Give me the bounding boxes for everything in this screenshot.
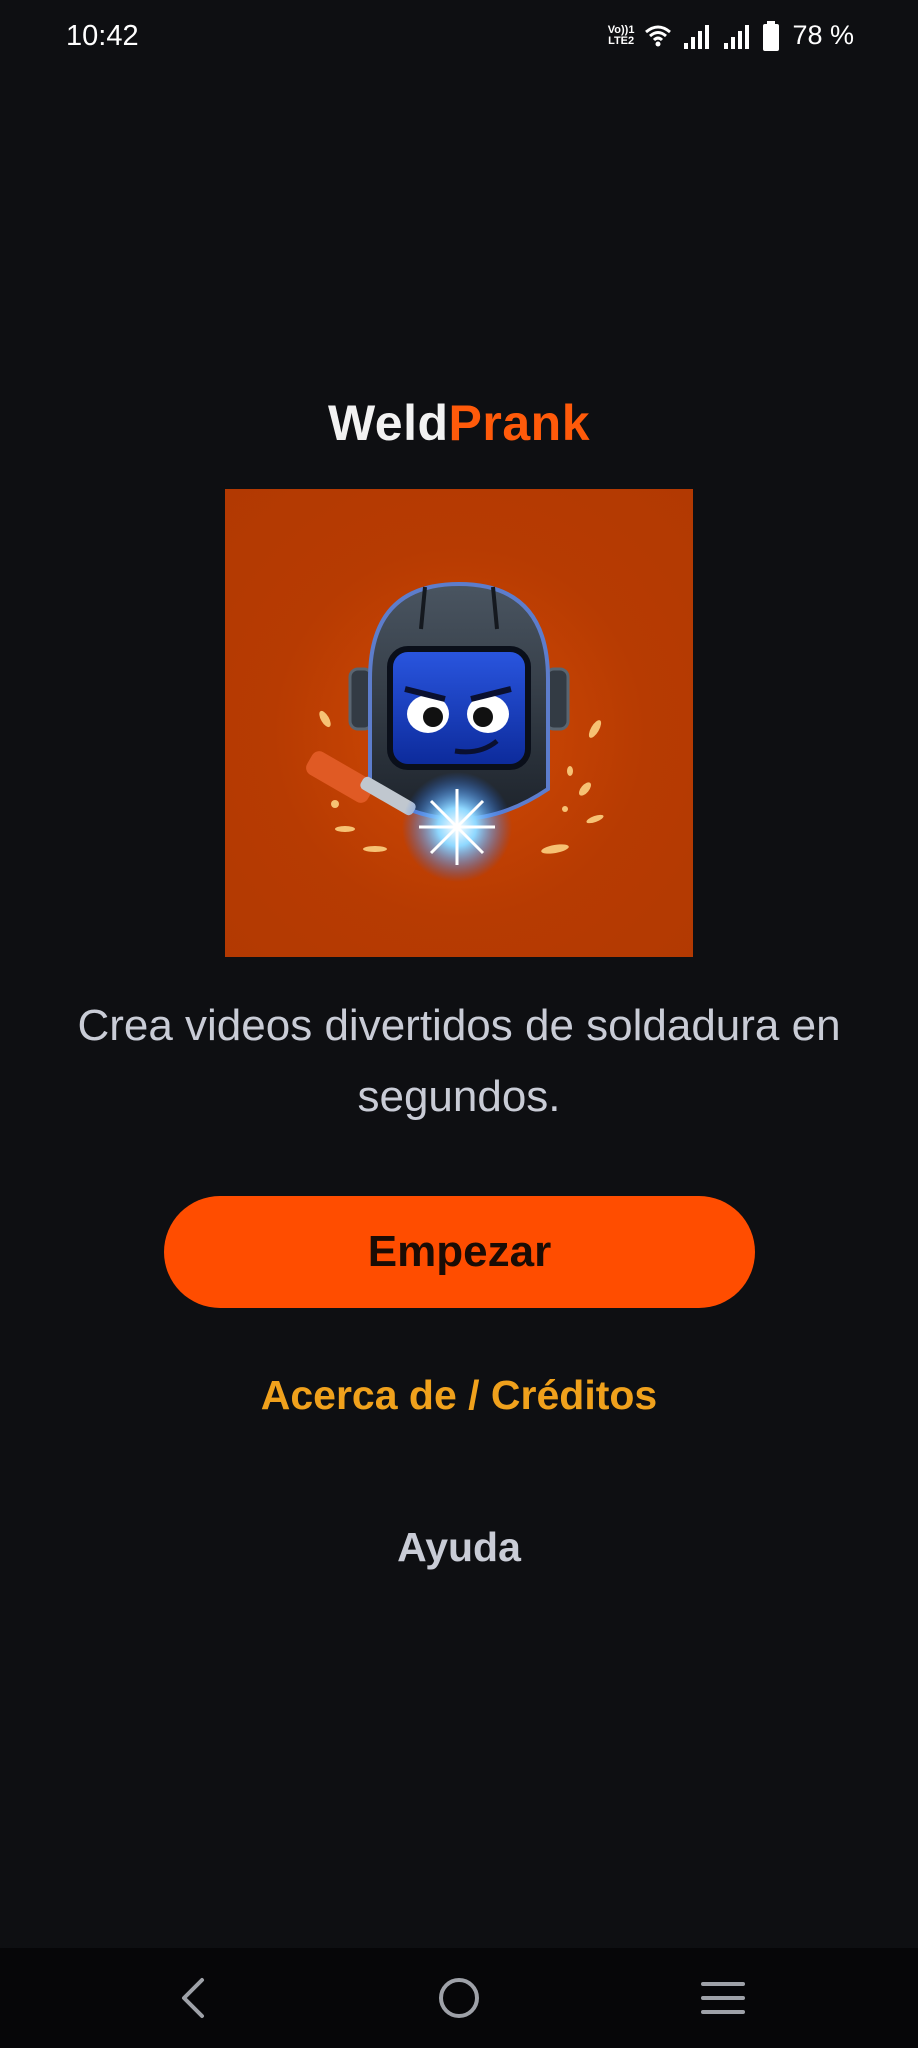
app-title-prank: Prank [448, 395, 590, 451]
battery-percent: 78 % [792, 20, 854, 50]
wifi-icon [645, 25, 672, 46]
battery-icon [763, 20, 780, 51]
home-icon [439, 1978, 479, 2018]
welder-mascot-icon [306, 581, 604, 882]
start-button[interactable]: Empezar [164, 1196, 755, 1308]
status-bar: 10:42 Vo))1 LTE2 78 % [0, 0, 918, 78]
signal-icon-2 [724, 24, 750, 49]
volte-label-top: Vo))1 [607, 23, 635, 36]
screen: 10:42 Vo))1 LTE2 78 % WeldPrank Crea vid… [0, 0, 918, 2048]
navigation-bar [0, 1948, 918, 2048]
status-icons: Vo))1 LTE2 78 % [608, 20, 854, 51]
help-link[interactable]: Ayuda [0, 1524, 918, 1571]
app-logo [225, 489, 693, 957]
back-button[interactable] [164, 1968, 224, 2028]
menu-icon [701, 1982, 745, 2014]
about-credits-link[interactable]: Acerca de / Créditos [0, 1372, 918, 1419]
app-title-weld: Weld [328, 395, 449, 451]
volte-icon: Vo))1 LTE2 [607, 23, 635, 47]
back-icon [182, 1978, 204, 2018]
signal-icon-1 [684, 24, 710, 49]
home-button[interactable] [429, 1968, 489, 2028]
status-time: 10:42 [66, 20, 139, 52]
app-title: WeldPrank [0, 394, 918, 452]
tagline: Crea videos divertidos de soldadura en s… [77, 1001, 841, 1121]
menu-button[interactable] [693, 1968, 753, 2028]
volte-label-bottom: LTE2 [608, 34, 635, 47]
